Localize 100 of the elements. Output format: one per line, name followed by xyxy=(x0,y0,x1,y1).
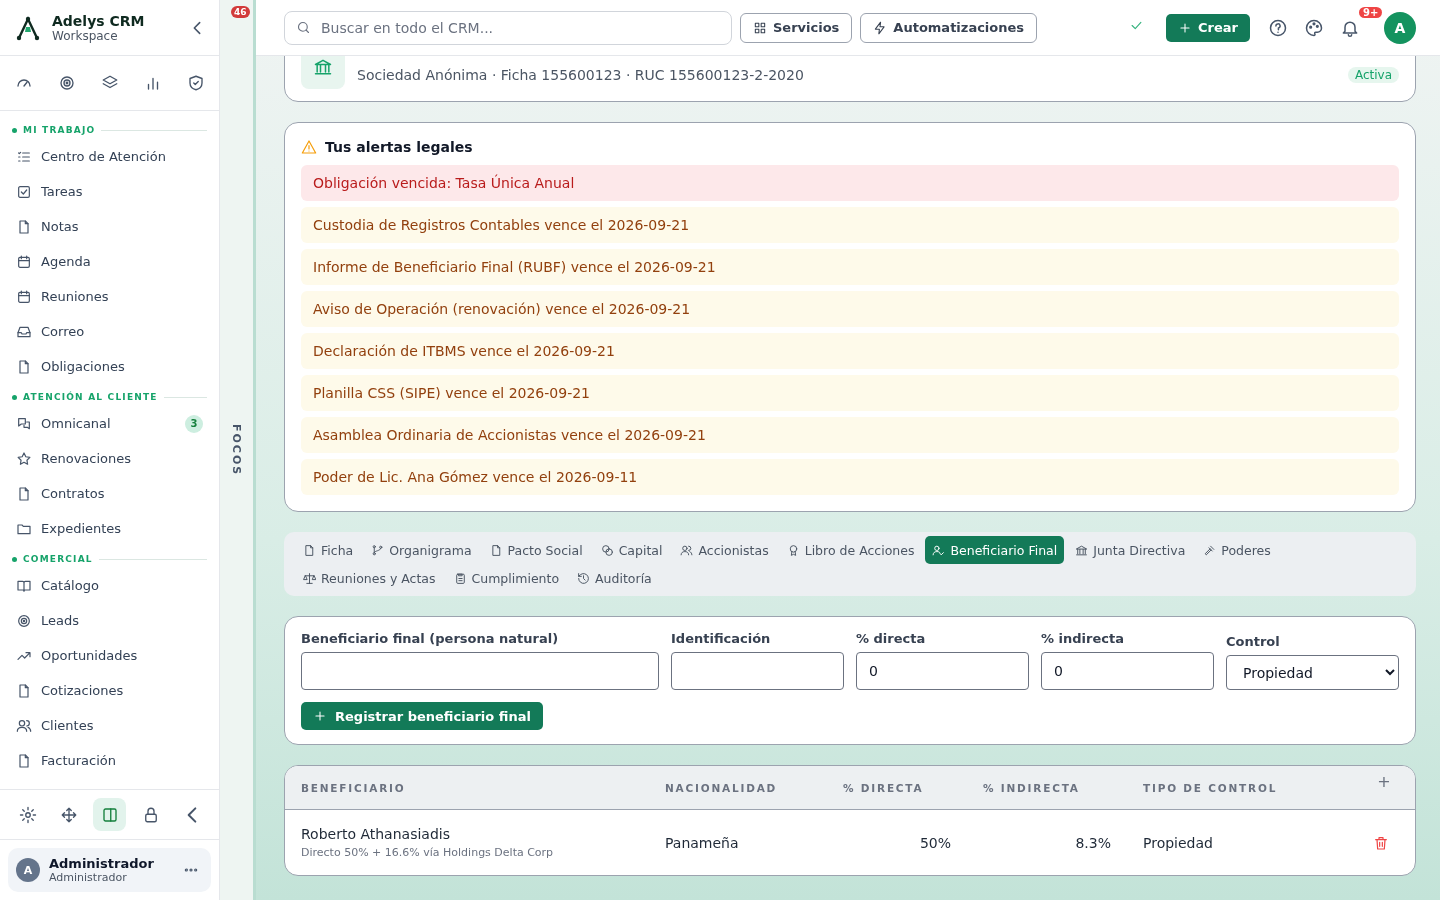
nav-item[interactable]: Tareas xyxy=(0,174,219,209)
history-icon xyxy=(577,571,591,585)
tab[interactable]: Reuniones y Actas xyxy=(296,564,443,592)
branch-icon xyxy=(371,543,385,557)
input-field[interactable] xyxy=(671,652,844,690)
add-column-button[interactable]: + xyxy=(1369,772,1399,791)
table-cell-text: Panameña xyxy=(665,834,740,851)
section-title: MI TRABAJO xyxy=(23,125,96,135)
table-cell-text: 50% xyxy=(918,834,952,851)
user-avatar: A xyxy=(16,858,40,882)
create-button[interactable]: Crear xyxy=(1166,13,1250,42)
calendar-icon xyxy=(16,288,32,305)
target-icon xyxy=(57,74,76,92)
tab[interactable]: Poderes xyxy=(1196,536,1278,564)
table-cell-text: Roberto Athanasiadis xyxy=(301,826,451,842)
nav-item[interactable]: Reuniones xyxy=(0,279,219,314)
trash-icon xyxy=(1373,834,1389,851)
calendar-icon xyxy=(16,253,32,270)
nav-item[interactable]: Catálogo xyxy=(0,568,219,603)
toolbar-button[interactable]: Automatizaciones xyxy=(860,12,1038,43)
input-field[interactable]: 0 xyxy=(1041,652,1214,690)
panel-icon xyxy=(100,805,119,824)
tab[interactable]: Accionistas xyxy=(673,536,776,564)
user-role: Administrador xyxy=(49,871,128,884)
tab[interactable]: Capital xyxy=(593,536,670,564)
column-header: % DIRECTA xyxy=(843,781,925,794)
checkbox-icon xyxy=(16,183,32,200)
coins-icon xyxy=(600,543,614,557)
alert-item[interactable]: Informe de Beneficiario Final (RUBF) vence el 2026-09-21 xyxy=(301,249,1399,285)
tab[interactable]: Libro de Acciones xyxy=(779,536,922,564)
nav-item[interactable]: Obligaciones xyxy=(0,349,219,384)
section-title: ATENCIÓN AL CLIENTE xyxy=(23,392,158,402)
help-icon xyxy=(1268,17,1288,38)
nav-item[interactable]: Notas xyxy=(0,209,219,244)
users-icon xyxy=(680,543,694,557)
input-field[interactable]: 0 xyxy=(856,652,1029,690)
tab[interactable]: Organigrama xyxy=(364,536,479,564)
user-check-icon xyxy=(932,543,946,557)
nav-item[interactable]: Expedientes xyxy=(0,511,219,546)
alert-item[interactable]: Asamblea Ordinaria de Accionistas vence el 2026-09-21 xyxy=(301,417,1399,453)
tab[interactable]: Ficha xyxy=(296,536,361,564)
alert-item[interactable]: Declaración de ITBMS vence el 2026-09-21 xyxy=(301,333,1399,369)
target-icon xyxy=(16,612,32,629)
section-dot xyxy=(12,556,17,562)
tab[interactable]: Junta Directiva xyxy=(1068,536,1193,564)
tab[interactable]: Beneficiario Final xyxy=(925,536,1065,564)
field-label: Identificación xyxy=(671,631,772,646)
document-icon xyxy=(16,752,32,769)
nav-item[interactable]: Clientes xyxy=(0,708,219,743)
alerts-title: Tus alertas legales xyxy=(325,139,473,155)
cell-detail: Directo 50% + 16.6% vía Holdings Delta Corp xyxy=(301,846,555,859)
section-dot xyxy=(12,394,17,400)
search-icon xyxy=(296,20,311,35)
control-select[interactable]: Propiedad xyxy=(1226,655,1399,690)
users-icon xyxy=(16,717,32,734)
input-field[interactable] xyxy=(301,652,659,690)
column-header: % INDIRECTA xyxy=(983,781,1081,794)
user-name: Administrador xyxy=(49,856,155,871)
nav-item[interactable]: Centro de Atención xyxy=(0,139,219,174)
user-card[interactable]: A Administrador Administrador xyxy=(8,848,211,892)
field-label: % directa xyxy=(856,631,927,646)
focus-tab[interactable]: FOCOS xyxy=(230,423,243,477)
palette-icon xyxy=(1304,17,1324,38)
nav-item[interactable]: Leads xyxy=(0,603,219,638)
brand-name: Adelys CRM xyxy=(52,12,146,29)
alert-item[interactable]: Poder de Lic. Ana Gómez vence el 2026-09-11 xyxy=(301,459,1399,495)
nav-item[interactable]: Omnicanal 3 xyxy=(0,406,219,441)
nav-item[interactable]: Correo xyxy=(0,314,219,349)
tab[interactable]: Auditoría xyxy=(570,564,659,592)
toolbar-button[interactable]: Servicios xyxy=(740,12,853,43)
alert-item[interactable]: Planilla CSS (SIPE) vence el 2026-09-21 xyxy=(301,375,1399,411)
tab[interactable]: Cumplimiento xyxy=(446,564,567,592)
document-icon xyxy=(303,543,316,557)
column-header: TIPO DE CONTROL xyxy=(1143,781,1279,794)
nav-item[interactable]: Cotizaciones xyxy=(0,673,219,708)
nav-item[interactable]: Oportunidades xyxy=(0,638,219,673)
bank-icon xyxy=(313,57,333,77)
shield-icon xyxy=(186,74,205,92)
nav-item[interactable]: Contratos xyxy=(0,476,219,511)
lightning-icon xyxy=(873,20,888,35)
alert-item[interactable]: Custodia de Registros Contables vence el 2026-09-21 xyxy=(301,207,1399,243)
column-header: BENEFICIARIO xyxy=(301,781,407,794)
tab[interactable]: Pacto Social xyxy=(482,536,590,564)
plus-icon xyxy=(313,709,327,723)
plus-icon xyxy=(1178,20,1193,35)
grid-icon xyxy=(753,20,767,35)
document-icon xyxy=(16,682,32,699)
toolbar-button[interactable] xyxy=(93,798,126,831)
alert-item[interactable]: Obligación vencida: Tasa Única Anual xyxy=(301,165,1399,201)
nav-item[interactable]: Agenda xyxy=(0,244,219,279)
user-avatar[interactable]: A xyxy=(1384,11,1416,44)
alert-item[interactable]: Aviso de Operación (renovación) vence el 2026-09-21 xyxy=(301,291,1399,327)
field-label: Control xyxy=(1226,634,1281,649)
nav-item[interactable]: Facturación xyxy=(0,743,219,778)
search-field[interactable]: Buscar en todo el CRM... xyxy=(284,10,732,45)
submit-button[interactable]: Registrar beneficiario final xyxy=(301,702,543,730)
nav-item[interactable]: Renovaciones xyxy=(0,441,219,476)
scale-icon xyxy=(303,571,316,585)
document-icon xyxy=(16,485,32,502)
count-badge: 46 xyxy=(231,6,250,18)
